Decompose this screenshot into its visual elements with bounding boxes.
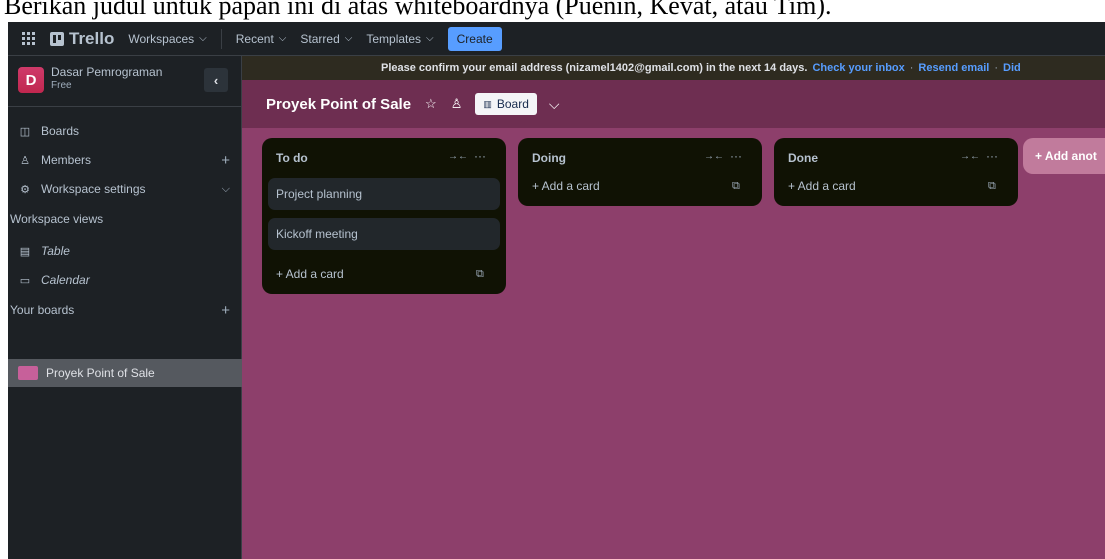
chevron-down-icon[interactable]: ⌵: [549, 96, 560, 113]
gear-icon: ⚙: [20, 183, 30, 196]
nav-recent[interactable]: Recent ⌵: [236, 32, 287, 46]
sidebar-item-members[interactable]: ♙ Members +: [8, 149, 242, 171]
board-view-label: Board: [496, 97, 529, 111]
sidebar-item-label: Calendar: [41, 273, 90, 287]
nav-workspaces-label: Workspaces: [128, 31, 195, 46]
sidebar-board-label: Proyek Point of Sale: [46, 366, 155, 380]
workspace-views-heading: Workspace views: [10, 212, 104, 226]
sidebar-item-label: Workspace settings: [41, 182, 146, 196]
add-card-button[interactable]: + Add a card: [532, 179, 600, 193]
trello-logo[interactable]: Trello: [50, 29, 114, 49]
board-view-button[interactable]: ▥ Board: [475, 93, 537, 115]
add-card-row: + Add a card ⧉: [262, 258, 506, 294]
banner-message: Please confirm your email address (nizam…: [381, 62, 808, 74]
nav-templates[interactable]: Templates ⌵: [366, 32, 433, 46]
sidebar-item-calendar[interactable]: ▭ Calendar: [8, 269, 242, 291]
star-icon[interactable]: ☆: [425, 96, 437, 112]
add-card-button[interactable]: + Add a card: [276, 267, 344, 281]
workspace-plan: Free: [51, 80, 72, 91]
card-template-icon[interactable]: ⧉: [732, 180, 740, 193]
sidebar-item-settings[interactable]: ⚙ Workspace settings ⌵: [8, 178, 242, 200]
chevron-left-icon: ‹: [213, 72, 219, 88]
sidebar-item-label: Table: [41, 244, 70, 258]
collapse-list-icon[interactable]: →←: [960, 151, 980, 162]
banner-trailing-link[interactable]: Did: [1003, 62, 1021, 74]
top-navigation: Trello Workspaces ⌵ Recent ⌵ Starred ⌵ Temp…: [8, 22, 1105, 56]
nav-divider: [220, 28, 222, 49]
workspace-avatar[interactable]: D: [18, 67, 44, 93]
list-done: Done →← ··· + Add a card ⧉: [774, 138, 1018, 206]
workspace-sidebar: D Dasar Pemrograman Free ‹ ◫ Boards ♙ Memb…: [8, 56, 242, 559]
card[interactable]: Kickoff meeting: [268, 218, 500, 250]
list-title[interactable]: Doing: [532, 151, 566, 165]
list-doing: Doing →← ··· + Add a card ⧉: [518, 138, 762, 206]
nav-recent-label: Recent: [235, 31, 274, 46]
nav-templates-label: Templates: [366, 31, 422, 46]
sidebar-item-label: Boards: [41, 124, 80, 138]
add-board-icon[interactable]: +: [221, 302, 230, 319]
sidebar-item-boards[interactable]: ◫ Boards: [8, 120, 242, 142]
collapse-list-icon[interactable]: →←: [704, 151, 724, 162]
nav-workspaces[interactable]: Workspaces ⌵: [128, 32, 206, 46]
board-header: Proyek Point of Sale ☆ ♙ ▥ Board ⌵: [242, 80, 1105, 128]
add-member-icon[interactable]: +: [221, 152, 230, 169]
more-icon[interactable]: ···: [986, 149, 998, 163]
visibility-icon[interactable]: ♙: [451, 96, 463, 112]
collapse-list-icon[interactable]: →←: [448, 151, 468, 162]
workspace-name[interactable]: Dasar Pemrograman: [51, 65, 162, 79]
collapse-sidebar-button[interactable]: ‹: [204, 68, 228, 92]
list-todo: To do →← ··· Project planning Kickoff me…: [262, 138, 506, 294]
check-inbox-link[interactable]: Check your inbox: [812, 62, 904, 74]
add-card-row: + Add a card ⧉: [774, 170, 1018, 206]
list-title[interactable]: To do: [276, 151, 308, 165]
resend-email-link[interactable]: Resend email: [918, 62, 989, 74]
sidebar-item-table[interactable]: ▤ Table: [8, 240, 242, 262]
trello-window: Trello Workspaces ⌵ Recent ⌵ Starred ⌵ Temp…: [8, 22, 1105, 559]
board-canvas: Please confirm your email address (nizam…: [242, 56, 1105, 559]
your-boards-heading: Your boards +: [8, 299, 242, 321]
add-list-button[interactable]: + Add anot: [1023, 138, 1105, 174]
more-icon[interactable]: ···: [730, 149, 742, 163]
more-icon[interactable]: ···: [474, 149, 486, 163]
banner-separator: ·: [909, 62, 914, 74]
card-template-icon[interactable]: ⧉: [988, 180, 996, 193]
list-header: To do →← ···: [262, 138, 506, 178]
banner-separator: ·: [994, 62, 999, 74]
trello-logo-icon: [50, 31, 64, 46]
person-icon: ♙: [20, 154, 30, 167]
board-title[interactable]: Proyek Point of Sale: [266, 96, 411, 113]
create-button[interactable]: Create: [447, 26, 502, 51]
document-caption: Berikan judul untuk papan ini di atas wh…: [0, 0, 1105, 22]
workspace-header: D Dasar Pemrograman Free ‹: [8, 56, 241, 107]
board-view-icon: ▥: [483, 98, 492, 109]
chevron-down-icon: ⌵: [278, 33, 287, 44]
card[interactable]: Project planning: [268, 178, 500, 210]
sidebar-item-label: Members: [41, 153, 92, 167]
logo-text: Trello: [69, 28, 115, 48]
list-title[interactable]: Done: [788, 151, 818, 165]
caption-text: Berikan judul untuk papan ini di atas wh…: [4, 0, 832, 20]
chevron-down-icon[interactable]: ⌵: [222, 183, 230, 196]
add-card-button[interactable]: + Add a card: [788, 179, 856, 193]
your-boards-label: Your boards: [10, 303, 75, 317]
nav-starred-label: Starred: [300, 31, 340, 46]
card-template-icon[interactable]: ⧉: [476, 268, 484, 281]
nav-starred[interactable]: Starred ⌵: [300, 32, 352, 46]
board-icon: ◫: [19, 125, 31, 138]
app-switcher-icon[interactable]: [22, 31, 36, 46]
add-card-row: + Add a card ⧉: [518, 170, 762, 206]
chevron-down-icon: ⌵: [344, 33, 353, 44]
board-thumbnail: [18, 366, 38, 380]
chevron-down-icon: ⌵: [199, 33, 207, 44]
table-icon: ▤: [19, 245, 31, 258]
sidebar-board-item[interactable]: Proyek Point of Sale: [8, 359, 242, 387]
calendar-icon: ▭: [19, 274, 31, 287]
email-confirm-banner: Please confirm your email address (nizam…: [242, 56, 1105, 80]
chevron-down-icon: ⌵: [426, 33, 434, 44]
